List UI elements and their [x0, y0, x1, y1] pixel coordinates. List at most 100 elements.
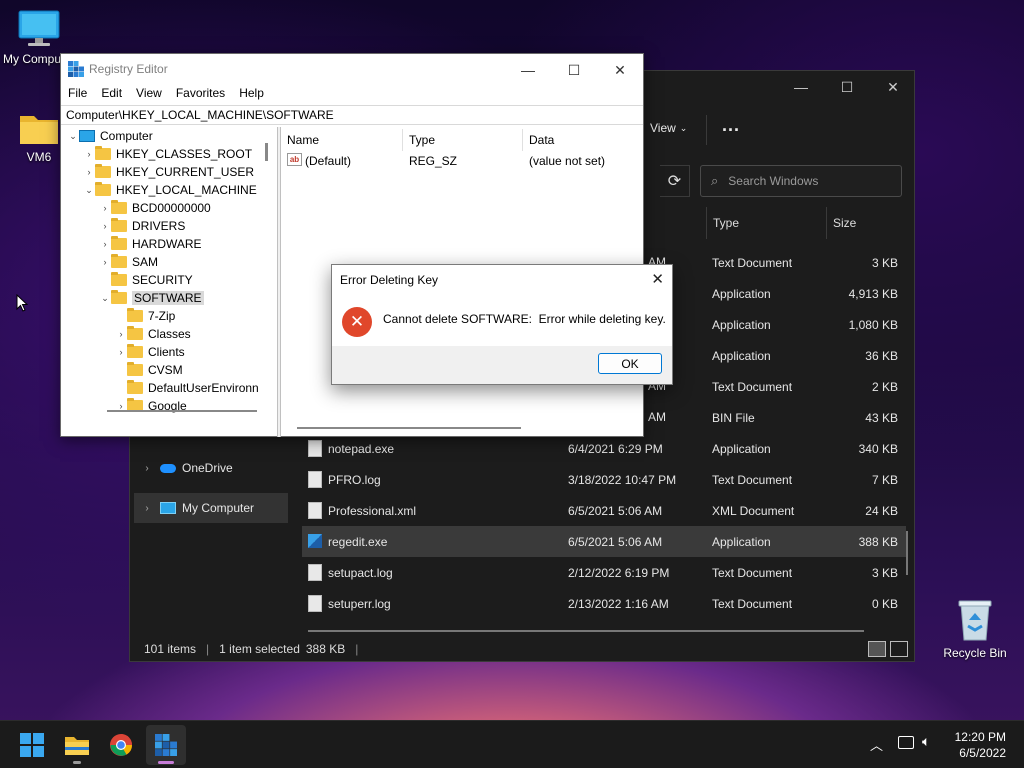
tree-vertical-scrollbar[interactable]: [265, 143, 268, 161]
chevron-right-icon[interactable]: ›: [115, 347, 127, 357]
details-view-icon[interactable]: [868, 641, 886, 657]
folder-icon: [18, 110, 60, 146]
show-hidden-icons-chevron-up-icon[interactable]: ︿: [870, 735, 883, 754]
search-input[interactable]: ⌕ Search Windows: [700, 165, 902, 197]
tree-node[interactable]: › Clients: [115, 343, 185, 361]
tree-node[interactable]: › DRIVERS: [99, 217, 185, 235]
chrome-icon: [110, 734, 132, 756]
file-name: PFRO.log: [328, 472, 381, 487]
desktop-icon-recycle-bin[interactable]: Recycle Bin: [936, 598, 1014, 660]
file-type: Application: [712, 348, 771, 363]
see-more-button[interactable]: ...: [722, 115, 740, 136]
chevron-right-icon[interactable]: ›: [99, 221, 111, 231]
tiles-view-icon[interactable]: [890, 641, 908, 657]
tree-node[interactable]: ⌄ Computer: [67, 127, 153, 145]
file-date: 6/5/2021 5:06 AM: [568, 534, 663, 549]
menu-edit[interactable]: Edit: [94, 84, 129, 104]
tree-node[interactable]: DefaultUserEnvironn: [115, 379, 259, 397]
chevron-right-icon[interactable]: ›: [115, 329, 127, 339]
chevron-down-icon[interactable]: ⌄: [83, 185, 95, 196]
menu-file[interactable]: File: [61, 84, 94, 104]
taskbar-chrome[interactable]: [101, 725, 141, 765]
values-horizontal-scrollbar[interactable]: [297, 427, 521, 429]
menu-favorites[interactable]: Favorites: [169, 84, 232, 104]
column-header-type[interactable]: Type: [403, 129, 523, 151]
tree-node[interactable]: › HARDWARE: [99, 235, 202, 253]
tree-node-label: HKEY_LOCAL_MACHINE: [116, 183, 257, 197]
maximize-button[interactable]: ☐: [551, 54, 597, 86]
network-icon[interactable]: [898, 736, 914, 749]
column-header-data[interactable]: Data: [523, 129, 643, 151]
taskbar-registry-editor[interactable]: [146, 725, 186, 765]
start-button[interactable]: [12, 725, 52, 765]
chevron-right-icon[interactable]: ›: [83, 149, 95, 159]
search-placeholder: Search Windows: [728, 174, 819, 188]
tree-node-label: Computer: [100, 129, 153, 143]
maximize-button[interactable]: ☐: [824, 71, 870, 103]
chevron-right-icon[interactable]: ›: [99, 257, 111, 267]
value-type: REG_SZ: [409, 154, 458, 168]
tree-node[interactable]: › BCD00000000: [99, 199, 211, 217]
file-row[interactable]: setupact.log 2/12/2022 6:19 PM Text Docume…: [302, 557, 906, 588]
registry-tree: ⌄ Computer › HKEY_CLASSES_ROOT › HKEY_CURRENT…: [63, 127, 277, 417]
chevron-right-icon[interactable]: ›: [99, 203, 111, 213]
dialog-close-button[interactable]: ✕: [651, 270, 664, 288]
file-size: 3 KB: [871, 565, 898, 580]
file-type: Application: [712, 441, 771, 456]
tree-node[interactable]: SECURITY: [99, 271, 193, 289]
tree-node[interactable]: › HKEY_CLASSES_ROOT: [83, 145, 252, 163]
taskbar: ︿ 🔈︎ 12:20 PM 6/5/2022: [0, 720, 1024, 768]
vertical-scrollbar[interactable]: [906, 531, 908, 575]
file-row[interactable]: PFRO.log 3/18/2022 10:47 PM Text Document 7…: [302, 464, 906, 495]
chevron-down-icon[interactable]: ⌄: [67, 131, 79, 142]
close-button[interactable]: ✕: [597, 54, 643, 86]
file-row[interactable]: Professional.xml 6/5/2021 5:06 AM XML Docu…: [302, 495, 906, 526]
nav-item-onedrive[interactable]: › OneDrive: [134, 453, 288, 483]
file-row[interactable]: setuperr.log 2/13/2022 1:16 AM Text Docume…: [302, 588, 906, 619]
minimize-button[interactable]: —: [778, 71, 824, 103]
taskbar-file-explorer[interactable]: [57, 725, 97, 765]
file-size: 24 KB: [865, 503, 898, 518]
tree-node[interactable]: CVSM: [115, 361, 183, 379]
menu-help[interactable]: Help: [232, 84, 271, 104]
nav-item-my-computer[interactable]: › My Computer: [134, 493, 288, 523]
dialog-message: Cannot delete SOFTWARE: Error while dele…: [383, 312, 666, 326]
tree-node[interactable]: › SAM: [99, 253, 158, 271]
tree-node-label: 7-Zip: [148, 309, 176, 323]
tree-node-label: SECURITY: [132, 273, 193, 287]
registry-value-row[interactable]: ab (Default) REG_SZ (value not set): [281, 152, 643, 170]
ok-button[interactable]: OK: [598, 353, 662, 374]
volume-icon[interactable]: 🔈︎: [922, 733, 930, 750]
file-size: 1,080 KB: [848, 317, 898, 332]
tree-node[interactable]: ⌄ HKEY_LOCAL_MACHINE: [83, 181, 257, 199]
search-icon: ⌕: [711, 173, 719, 188]
file-date: 6/5/2021 5:06 AM: [568, 503, 663, 518]
computer-icon: [79, 130, 95, 142]
tree-node[interactable]: › Google: [115, 397, 187, 415]
registry-editor-icon: [155, 734, 177, 756]
chevron-right-icon: ›: [145, 502, 149, 514]
tree-node[interactable]: ⌄ SOFTWARE: [99, 289, 204, 307]
column-header-size[interactable]: Size: [826, 207, 906, 239]
minimize-button[interactable]: —: [505, 54, 551, 86]
tree-node[interactable]: › HKEY_CURRENT_USER: [83, 163, 254, 181]
chevron-down-icon[interactable]: ⌄: [99, 293, 111, 304]
folder-icon: [111, 272, 127, 286]
view-menu-button[interactable]: View ⌄: [650, 121, 687, 135]
system-clock[interactable]: 12:20 PM 6/5/2022: [955, 729, 1006, 761]
menu-view[interactable]: View: [129, 84, 169, 104]
chevron-right-icon[interactable]: ›: [99, 239, 111, 249]
file-row[interactable]: regedit.exe 6/5/2021 5:06 AM Application 38…: [302, 526, 906, 557]
refresh-icon[interactable]: ⟳: [660, 165, 690, 197]
horizontal-scrollbar[interactable]: [308, 630, 864, 632]
column-header-type[interactable]: Type: [706, 207, 824, 239]
close-button[interactable]: ✕: [870, 71, 916, 103]
tree-horizontal-scrollbar[interactable]: [107, 410, 257, 412]
file-type: Text Document: [712, 379, 793, 394]
tree-node[interactable]: › Classes: [115, 325, 191, 343]
regedit-address-bar[interactable]: Computer\HKEY_LOCAL_MACHINE\SOFTWARE: [61, 105, 643, 125]
column-header-name[interactable]: Name: [281, 129, 403, 151]
tree-node[interactable]: 7-Zip: [115, 307, 175, 325]
file-row[interactable]: notepad.exe 6/4/2021 6:29 PM Application 34…: [302, 433, 906, 464]
chevron-right-icon[interactable]: ›: [83, 167, 95, 177]
